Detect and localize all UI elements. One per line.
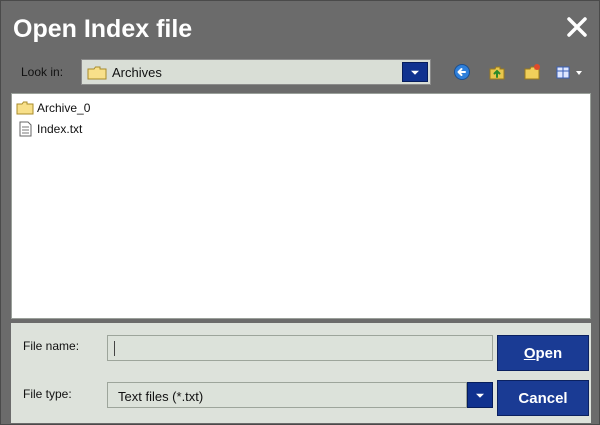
view-menu-icon[interactable] (555, 63, 585, 81)
look-in-label: Look in: (21, 65, 64, 79)
list-item[interactable]: Index.txt (16, 120, 82, 138)
cancel-button-label: Cancel (518, 389, 568, 407)
folder-icon (87, 66, 107, 80)
list-item[interactable]: Archive_0 (16, 99, 90, 117)
title-bar: Open Index file (1, 1, 599, 59)
file-type-dropdown-button[interactable] (467, 382, 493, 408)
look-in-dropdown-button[interactable] (402, 62, 428, 82)
file-name-label: File name: (23, 339, 80, 353)
look-in-dropdown[interactable]: Archives (81, 59, 431, 85)
up-folder-icon[interactable] (488, 63, 506, 81)
file-list[interactable]: Archive_0 Index.txt (11, 93, 591, 319)
close-icon[interactable] (565, 15, 589, 39)
text-caret (114, 341, 115, 356)
file-type-label: File type: (23, 387, 72, 401)
folder-icon (16, 101, 34, 115)
open-button[interactable]: Open (497, 335, 589, 371)
file-form-panel: File name: File type: Text files (*.txt)… (11, 323, 591, 423)
chevron-down-icon (476, 393, 484, 398)
look-in-value: Archives (112, 65, 162, 80)
file-name: Archive_0 (37, 101, 91, 115)
file-type-dropdown[interactable]: Text files (*.txt) (107, 382, 467, 408)
open-file-dialog: Open Index file Look in: Archives Archiv… (0, 0, 600, 425)
file-name: Index.txt (37, 122, 83, 136)
text-file-icon (19, 121, 32, 137)
file-name-input[interactable] (107, 335, 493, 361)
file-type-value: Text files (*.txt) (118, 389, 204, 404)
new-folder-icon[interactable] (523, 63, 541, 81)
dialog-title: Open Index file (13, 15, 193, 43)
open-button-label: Open (523, 344, 563, 362)
back-icon[interactable] (453, 63, 471, 81)
cancel-button[interactable]: Cancel (497, 380, 589, 416)
chevron-down-icon (411, 70, 419, 75)
